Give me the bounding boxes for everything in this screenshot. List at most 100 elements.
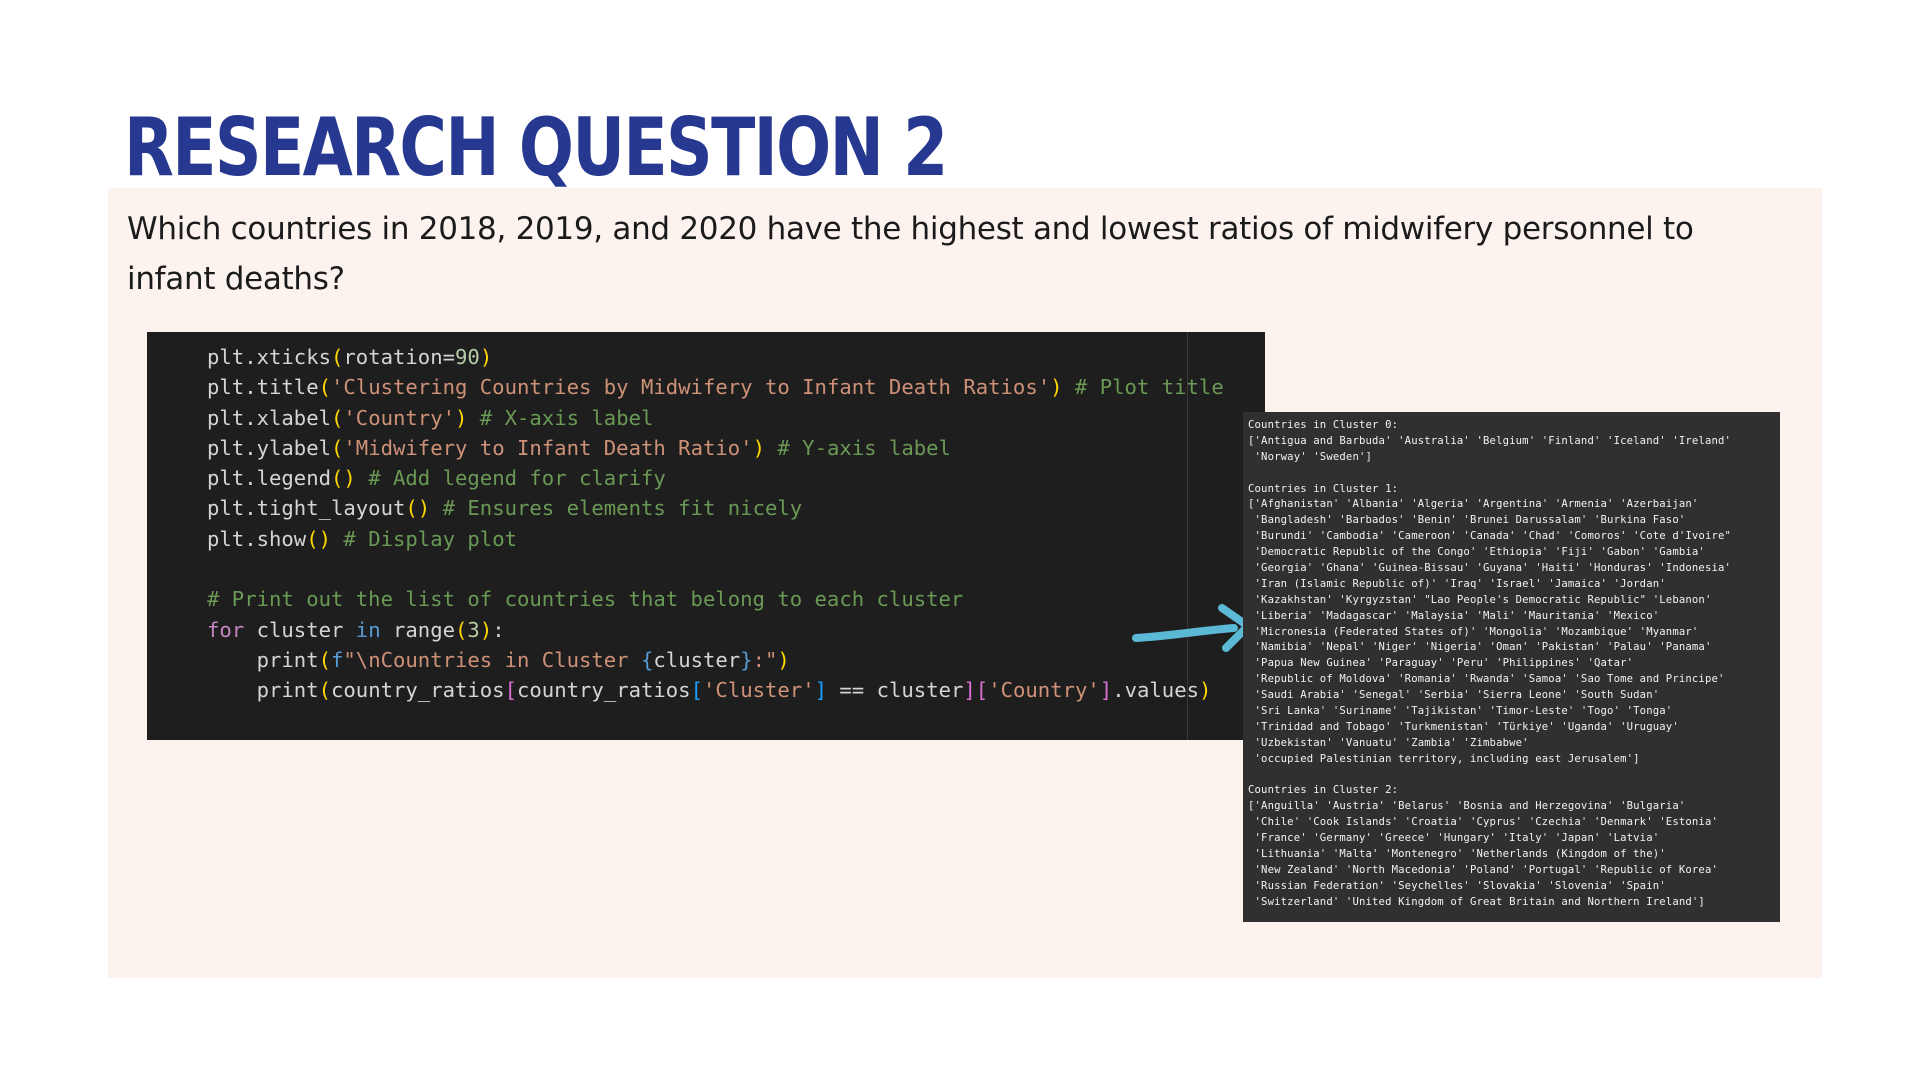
code-token: plt.show — [207, 526, 307, 551]
code-token: 90 — [455, 345, 480, 369]
code-token: ) — [479, 345, 493, 369]
output-line: 'Georgia' 'Ghana' 'Guinea-Bissau' 'Guyan… — [1248, 562, 1732, 575]
code-line: plt.title('Clustering Countries by Midwi… — [207, 372, 1224, 402]
output-line: 'Papua New Guinea' 'Paraguay' 'Peru' 'Ph… — [1248, 657, 1634, 670]
output-line: 'Norway' 'Sweden'] — [1248, 450, 1373, 463]
code-token: ) — [777, 647, 790, 672]
output-line: 'Saudi Arabia' 'Senegal' 'Serbia' 'Sierr… — [1248, 689, 1660, 702]
code-token: [ — [690, 678, 703, 703]
code-line: print(f"\nCountries in Cluster {cluster}… — [207, 645, 1224, 675]
output-line: 'occupied Palestinian territory, includi… — [1248, 752, 1640, 765]
output-line: ['Anguilla' 'Austria' 'Belarus' 'Bosnia … — [1248, 800, 1686, 813]
code-token: cluster — [653, 647, 741, 672]
code-token: ) — [479, 617, 493, 642]
code-token: in — [355, 617, 381, 642]
code-token: country_ratios — [517, 678, 691, 703]
code-token: for — [207, 617, 245, 642]
code-token: .values — [1112, 678, 1199, 703]
code-token: rotation= — [343, 345, 455, 369]
output-line: 'Kazakhstan' 'Kyrgyzstan' "Lao People's … — [1248, 593, 1712, 606]
output-line: Countries in Cluster 2: — [1248, 784, 1399, 797]
output-line: ['Afghanistan' 'Albania' 'Algeria' 'Arge… — [1248, 498, 1699, 511]
code-token: () — [331, 466, 356, 491]
code-token: == cluster — [827, 678, 964, 703]
code-token: range — [380, 617, 456, 642]
code-token: # Add legend for clarify — [355, 466, 666, 491]
console-output: Countries in Cluster 0: ['Antigua and Bar… — [1243, 412, 1780, 922]
code-lines: plt.xticks(rotation=90) plt.title('Cluste… — [207, 342, 1224, 706]
code-token: ) — [1199, 678, 1212, 703]
output-line: 'Switzerland' 'United Kingdom of Great B… — [1248, 895, 1705, 908]
code-token: ( — [318, 375, 331, 400]
code-token: "\nCountries in Cluster — [343, 647, 641, 672]
code-line: plt.show() # Display plot — [207, 524, 1224, 554]
code-token: plt.xlabel — [207, 405, 331, 430]
code-line: plt.xlabel('Country') # X-axis label — [207, 403, 1224, 433]
code-token: print — [207, 647, 319, 672]
code-token: 'Midwifery to Infant Death Ratio' — [343, 435, 753, 460]
code-token: ] — [1099, 678, 1113, 703]
output-line: 'Russian Federation' 'Seychelles' 'Slova… — [1248, 879, 1666, 892]
code-token: ][ — [963, 678, 989, 703]
code-token: 3 — [467, 617, 480, 642]
code-token: { — [640, 647, 654, 672]
output-line: 'Sri Lanka' 'Suriname' 'Tajikistan' 'Tim… — [1248, 705, 1673, 718]
code-token: } — [740, 647, 753, 672]
code-line: plt.xticks(rotation=90) — [207, 342, 1224, 372]
output-line: Countries in Cluster 0: — [1248, 419, 1399, 431]
output-line: 'Uzbekistan' 'Vanuatu' 'Zambia' 'Zimbabw… — [1248, 736, 1529, 749]
code-token: 'Country' — [343, 405, 455, 430]
output-line: 'Lithuania' 'Malta' 'Montenegro' 'Nether… — [1248, 848, 1666, 861]
code-screenshot: plt.xticks(rotation=90) plt.title('Cluste… — [147, 332, 1265, 740]
code-token: ) — [455, 405, 468, 430]
output-line: 'Republic of Moldova' 'Romania' 'Rwanda'… — [1248, 673, 1725, 686]
arrow-right-icon — [1132, 604, 1252, 652]
output-line: 'Trinidad and Tobago' 'Turkmenistan' 'Tü… — [1248, 720, 1679, 733]
code-token: plt.ylabel — [207, 435, 331, 460]
output-line: 'Micronesia (Federated States of)' 'Mong… — [1248, 625, 1699, 638]
code-token: ( — [318, 647, 331, 672]
code-token: :" — [752, 647, 778, 672]
code-token: plt.xticks — [207, 345, 331, 369]
code-line: plt.ylabel('Midwifery to Infant Death Ra… — [207, 433, 1224, 463]
code-token: 'Country' — [988, 678, 1100, 703]
code-token: # Print out the list of countries that b… — [207, 587, 964, 612]
code-token: 'Clustering Countries by Midwifery to In… — [331, 375, 1051, 400]
code-token: ( — [318, 678, 331, 703]
code-token: () — [405, 496, 431, 521]
output-line: 'Namibia' 'Nepal' 'Niger' 'Nigeria' 'Oma… — [1248, 641, 1712, 654]
code-token: plt.tight_layout — [207, 496, 406, 521]
output-line: 'Bangladesh' 'Barbados' 'Benin' 'Brunei … — [1248, 514, 1686, 527]
code-token: # Display plot — [331, 526, 517, 551]
output-line: 'Iran (Islamic Republic of)' 'Iraq' 'Isr… — [1248, 577, 1666, 590]
code-token: country_ratios — [331, 678, 505, 703]
output-line: 'France' 'Germany' 'Greece' 'Hungary' 'I… — [1248, 832, 1660, 845]
code-token: ) — [752, 435, 765, 460]
code-token: ( — [455, 617, 468, 642]
code-token: plt.legend — [207, 466, 331, 491]
code-line: # Print out the list of countries that b… — [207, 584, 1224, 614]
slide-title: RESEARCH QUESTION 2 — [124, 101, 948, 194]
code-token: print — [207, 678, 319, 703]
output-line: 'New Zealand' 'North Macedonia' 'Poland'… — [1248, 863, 1719, 876]
output-line: 'Burundi' 'Cambodia' 'Cameroon' 'Canada'… — [1248, 530, 1732, 543]
output-line: 'Democratic Republic of the Congo' 'Ethi… — [1248, 546, 1705, 559]
code-token: plt.title — [207, 375, 319, 400]
code-line: for cluster in range(3): — [207, 615, 1224, 645]
output-lines: Countries in Cluster 0: ['Antigua and Bar… — [1248, 418, 1780, 911]
code-token: # X-axis label — [467, 405, 654, 430]
code-token: ) — [1050, 375, 1063, 400]
code-token: f — [331, 647, 344, 672]
code-token: ( — [331, 435, 344, 460]
code-token: # Ensures elements fit nicely — [430, 496, 803, 521]
code-token: # Y-axis label — [764, 435, 951, 460]
code-line: plt.tight_layout() # Ensures elements fi… — [207, 493, 1224, 523]
output-line: ['Antigua and Barbuda' 'Australia' 'Belg… — [1248, 434, 1732, 447]
code-line: print(country_ratios[country_ratios['Clu… — [207, 675, 1224, 705]
code-token: # Plot title — [1062, 375, 1224, 400]
code-token: ] — [814, 678, 827, 703]
output-line: 'Liberia' 'Madagascar' 'Malaysia' 'Mali'… — [1248, 609, 1660, 622]
